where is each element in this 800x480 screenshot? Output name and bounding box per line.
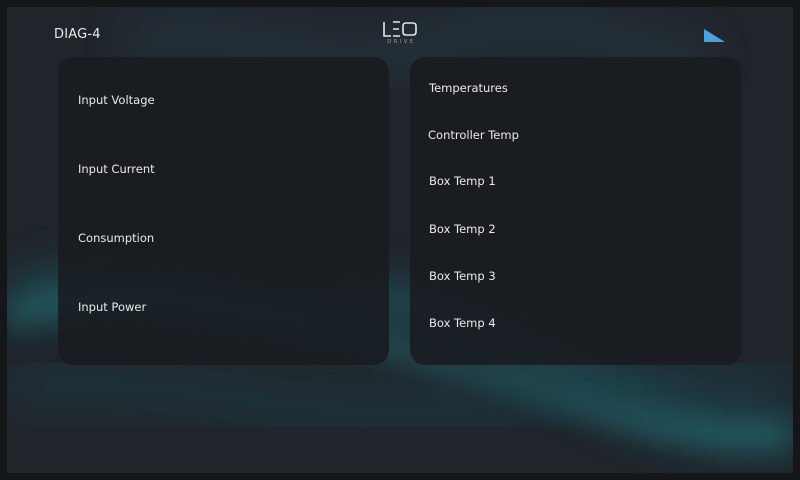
box-temp-3-label: Box Temp 3 [429,269,496,283]
logo-subtitle: DRIVE [387,39,416,45]
screen-title: DIAG-4 [54,27,101,42]
power-panel: Input Voltage Input Current Consumption … [58,57,389,365]
consumption-label: Consumption [78,231,155,245]
temperatures-heading: Temperatures [429,81,508,95]
input-power-label: Input Power [78,300,147,314]
temperature-panel: Temperatures Controller Temp Box Temp 1 … [410,57,741,365]
signal-strength-icon [704,29,725,42]
box-temp-2-label: Box Temp 2 [429,222,496,236]
logo-mark [383,21,417,37]
box-temp-1-label: Box Temp 1 [429,174,496,188]
box-temp-4-label: Box Temp 4 [429,316,496,330]
diagnostics-screen: DIAG-4 DRIVE Input Voltage Input Current… [7,7,793,473]
controller-temp-label: Controller Temp [428,128,519,142]
input-voltage-label: Input Voltage [78,93,155,107]
leo-drive-logo: DRIVE [382,20,418,45]
input-current-label: Input Current [78,162,155,176]
